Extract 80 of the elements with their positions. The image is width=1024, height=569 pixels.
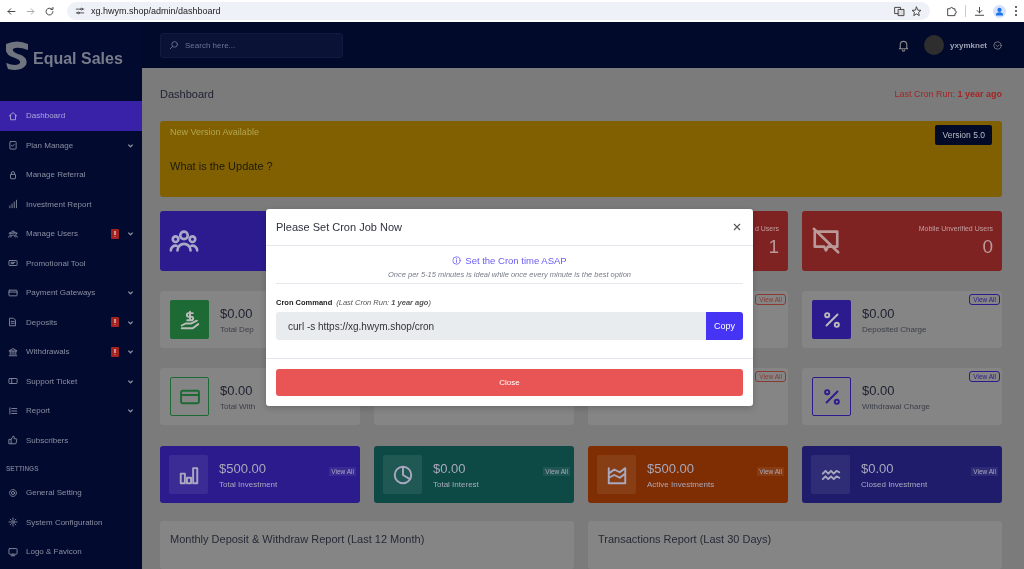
monitor-icon <box>8 546 18 557</box>
lock-icon <box>8 169 18 180</box>
sidebar-item[interactable]: Dashboard <box>0 101 142 131</box>
profile-icon[interactable] <box>993 4 1006 18</box>
stat-value: $500.00 <box>219 460 267 476</box>
banner-heading: New Version Available <box>170 127 260 137</box>
sidebar-item[interactable]: Payment Gateways <box>0 278 142 308</box>
stat-value: $0.00 <box>861 460 895 476</box>
stat-label: Total Interest <box>433 479 479 489</box>
reload-icon <box>44 5 55 17</box>
stat-label: Total With <box>220 401 256 411</box>
menu-icon[interactable] <box>1014 5 1018 17</box>
download-icon <box>974 5 985 17</box>
page-title: Dashboard <box>160 88 214 100</box>
close-icon[interactable] <box>731 221 743 233</box>
card-icon <box>8 287 18 298</box>
sidebar-item[interactable]: Manage Users <box>0 219 142 249</box>
sidebar-item[interactable]: Withdrawals <box>0 337 142 367</box>
home-icon <box>8 110 18 121</box>
user-name[interactable]: yxymknet <box>950 40 987 50</box>
stat-value: $0.00 <box>220 382 254 398</box>
chevron-circle-icon <box>993 40 1002 50</box>
report-title: Monthly Deposit & Withdraw Report (Last 12 Month) <box>170 533 425 545</box>
monitor-off-icon <box>811 226 841 256</box>
stat-label: Active Investments <box>647 479 715 489</box>
sidebar-item[interactable]: Support Ticket <box>0 366 142 396</box>
users-icon <box>8 228 18 239</box>
sidebar-item[interactable]: Subscribers <box>0 425 142 455</box>
stat-label: Total Investment <box>219 479 278 489</box>
brand-name: Equal Sales <box>33 50 123 68</box>
bell-icon <box>897 38 911 52</box>
sidebar-item[interactable]: Logo & Favicon <box>0 537 142 567</box>
ticket-icon <box>8 376 18 387</box>
extension-icon <box>946 5 957 17</box>
stat-value: 1 <box>768 235 779 258</box>
command-field[interactable]: curl -s https://xg.hwym.shop/cron <box>276 312 706 340</box>
stat-value: 0 <box>982 235 993 258</box>
search-icon <box>169 40 179 50</box>
sidebar-item[interactable]: Plan Manage <box>0 130 142 160</box>
ticket-icon <box>8 258 18 269</box>
report-title: Transactions Report (Last 30 Days) <box>598 533 772 545</box>
bar-chart-icon <box>8 199 18 210</box>
star-icon <box>911 5 922 17</box>
version-badge: Version 5.0 <box>935 125 992 145</box>
sidebar-item[interactable]: Promotional Tool <box>0 248 142 278</box>
sidebar-item[interactable]: Manage Referral <box>0 160 142 190</box>
dialog-title: Please Set Cron Job Now <box>276 221 402 233</box>
stat-label: Closed Investment <box>861 479 928 489</box>
bank-icon <box>8 346 18 357</box>
stat-value: $0.00 <box>220 305 254 321</box>
close-button[interactable]: Close <box>276 369 743 396</box>
notice-text: Set the Cron time ASAP <box>465 255 567 266</box>
list-icon <box>8 405 18 416</box>
sidebar-item[interactable]: Report <box>0 396 142 426</box>
sidebar-item[interactable]: Deposits <box>0 307 142 337</box>
dollar-hand-icon <box>178 308 201 331</box>
forward-icon <box>25 5 36 17</box>
pie-chart-icon <box>391 463 414 486</box>
info-icon <box>452 256 462 265</box>
back-icon <box>6 5 17 17</box>
thumbs-up-icon <box>8 435 18 446</box>
translate-icon <box>894 5 905 17</box>
stat-value: $500.00 <box>647 460 695 476</box>
clipboard-icon <box>8 140 18 151</box>
document-icon <box>8 317 18 328</box>
sidebar-item[interactable]: System Configuration <box>0 507 142 537</box>
stat-value: $0.00 <box>433 460 467 476</box>
logo-icon <box>4 40 30 72</box>
stat-label: Withdrawal Charge <box>862 401 931 411</box>
stat-value: $0.00 <box>862 382 896 398</box>
stat-label: Total Dep <box>220 324 254 334</box>
site-settings-icon <box>75 6 85 16</box>
sidebar-item[interactable]: General Setting <box>0 478 142 508</box>
stat-label: Deposited Charge <box>862 324 927 334</box>
sidebar-item[interactable]: Investment Report <box>0 189 142 219</box>
banner-question: What is the Update ? <box>170 160 273 172</box>
search-field[interactable]: Search here... <box>160 32 343 58</box>
cron-status: Last Cron Run: 1 year ago <box>894 89 1002 99</box>
copy-button[interactable]: Copy <box>706 312 743 340</box>
stat-value: $0.00 <box>862 305 896 321</box>
